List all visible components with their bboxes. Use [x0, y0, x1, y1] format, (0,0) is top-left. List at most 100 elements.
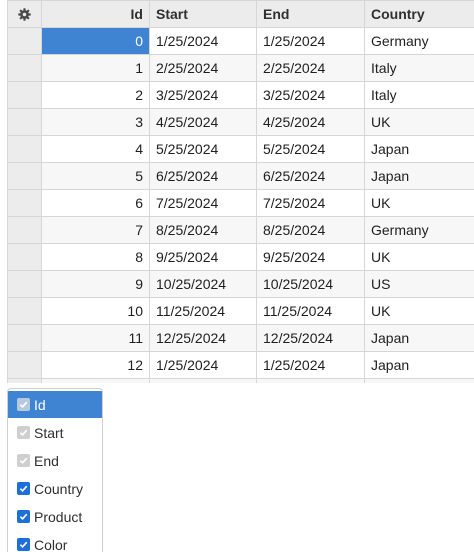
start-cell[interactable]: 12/25/2024: [150, 325, 257, 352]
country-cell[interactable]: [365, 379, 474, 383]
checkmark-icon: [19, 512, 28, 521]
gear-icon[interactable]: [18, 8, 31, 21]
id-cell[interactable]: 6: [42, 190, 150, 217]
column-header-start[interactable]: Start: [150, 1, 257, 28]
id-cell[interactable]: 9: [42, 271, 150, 298]
start-cell[interactable]: 5/25/2024: [150, 136, 257, 163]
id-cell[interactable]: 4: [42, 136, 150, 163]
end-cell[interactable]: 11/25/2024: [257, 298, 365, 325]
table-row: 3 4/25/2024 4/25/2024 UK: [8, 109, 474, 136]
table-row: 8 9/25/2024 9/25/2024 UK: [8, 244, 474, 271]
menu-item-country[interactable]: Country: [8, 475, 102, 502]
column-header-id[interactable]: Id: [42, 1, 150, 28]
checkbox-product[interactable]: [17, 510, 30, 523]
column-picker-button[interactable]: [8, 1, 42, 28]
start-cell[interactable]: 9/25/2024: [150, 244, 257, 271]
row-header[interactable]: [8, 217, 42, 244]
id-cell[interactable]: 12: [42, 352, 150, 379]
country-cell[interactable]: Italy: [365, 55, 474, 82]
end-cell[interactable]: 1/25/2024: [257, 352, 365, 379]
menu-item-label: End: [34, 453, 59, 469]
row-header[interactable]: [8, 163, 42, 190]
menu-item-color[interactable]: Color: [8, 531, 102, 552]
id-cell[interactable]: 7: [42, 217, 150, 244]
end-cell[interactable]: 8/25/2024: [257, 217, 365, 244]
start-cell[interactable]: 3/25/2024: [150, 82, 257, 109]
end-cell[interactable]: 7/25/2024: [257, 190, 365, 217]
row-header[interactable]: [8, 325, 42, 352]
start-cell[interactable]: 1/25/2024: [150, 28, 257, 55]
row-header[interactable]: [8, 109, 42, 136]
country-cell[interactable]: UK: [365, 190, 474, 217]
country-cell[interactable]: UK: [365, 244, 474, 271]
country-cell[interactable]: UK: [365, 109, 474, 136]
end-cell[interactable]: 10/25/2024: [257, 271, 365, 298]
end-cell[interactable]: 4/25/2024: [257, 109, 365, 136]
checkmark-icon: [19, 400, 28, 409]
start-cell[interactable]: 4/25/2024: [150, 109, 257, 136]
country-cell[interactable]: Japan: [365, 136, 474, 163]
end-cell[interactable]: 3/25/2024: [257, 82, 365, 109]
checkbox-color[interactable]: [17, 538, 30, 551]
country-cell[interactable]: Japan: [365, 325, 474, 352]
row-header[interactable]: [8, 55, 42, 82]
end-cell[interactable]: 1/25/2024: [257, 28, 365, 55]
row-header[interactable]: [8, 82, 42, 109]
start-cell[interactable]: 6/25/2024: [150, 163, 257, 190]
start-cell[interactable]: 8/25/2024: [150, 217, 257, 244]
end-cell[interactable]: 5/25/2024: [257, 136, 365, 163]
start-cell[interactable]: 10/25/2024: [150, 271, 257, 298]
start-cell[interactable]: 7/25/2024: [150, 190, 257, 217]
checkbox-end[interactable]: [17, 454, 30, 467]
end-cell[interactable]: 9/25/2024: [257, 244, 365, 271]
row-header[interactable]: [8, 379, 42, 383]
row-header[interactable]: [8, 271, 42, 298]
menu-item-start[interactable]: Start: [8, 419, 102, 446]
country-cell[interactable]: Japan: [365, 163, 474, 190]
id-cell[interactable]: [42, 379, 150, 383]
start-cell[interactable]: [150, 379, 257, 383]
start-cell[interactable]: 2/25/2024: [150, 55, 257, 82]
start-cell[interactable]: 11/25/2024: [150, 298, 257, 325]
checkmark-icon: [19, 484, 28, 493]
column-header-country[interactable]: Country: [365, 1, 474, 28]
row-header[interactable]: [8, 244, 42, 271]
end-cell[interactable]: 12/25/2024: [257, 325, 365, 352]
id-cell[interactable]: 10: [42, 298, 150, 325]
id-cell[interactable]: 2: [42, 82, 150, 109]
row-header[interactable]: [8, 352, 42, 379]
end-cell[interactable]: [257, 379, 365, 383]
table-row: 2 3/25/2024 3/25/2024 Italy: [8, 82, 474, 109]
menu-item-id[interactable]: Id: [8, 391, 102, 418]
id-cell[interactable]: 1: [42, 55, 150, 82]
menu-item-label: Product: [34, 509, 82, 525]
end-cell[interactable]: 2/25/2024: [257, 55, 365, 82]
id-cell[interactable]: 3: [42, 109, 150, 136]
country-cell[interactable]: Japan: [365, 352, 474, 379]
country-cell[interactable]: Germany: [365, 217, 474, 244]
menu-item-end[interactable]: End: [8, 447, 102, 474]
row-header[interactable]: [8, 190, 42, 217]
checkbox-start[interactable]: [17, 426, 30, 439]
country-cell[interactable]: Italy: [365, 82, 474, 109]
checkbox-id[interactable]: [17, 398, 30, 411]
end-cell[interactable]: 6/25/2024: [257, 163, 365, 190]
id-cell[interactable]: 0: [42, 28, 150, 55]
id-cell[interactable]: 8: [42, 244, 150, 271]
country-cell[interactable]: US: [365, 271, 474, 298]
id-cell[interactable]: 5: [42, 163, 150, 190]
row-header[interactable]: [8, 298, 42, 325]
id-cell[interactable]: 11: [42, 325, 150, 352]
column-header-row: Id Start End Country: [8, 1, 474, 28]
row-header[interactable]: [8, 136, 42, 163]
menu-item-label: Start: [34, 425, 64, 441]
country-cell[interactable]: Germany: [365, 28, 474, 55]
country-cell[interactable]: UK: [365, 298, 474, 325]
data-grid[interactable]: Id Start End Country 0 1/25/2024 1/25/20…: [7, 0, 474, 383]
menu-item-label: Id: [34, 397, 46, 413]
menu-item-product[interactable]: Product: [8, 503, 102, 530]
row-header[interactable]: [8, 28, 42, 55]
start-cell[interactable]: 1/25/2024: [150, 352, 257, 379]
column-header-end[interactable]: End: [257, 1, 365, 28]
checkbox-country[interactable]: [17, 482, 30, 495]
